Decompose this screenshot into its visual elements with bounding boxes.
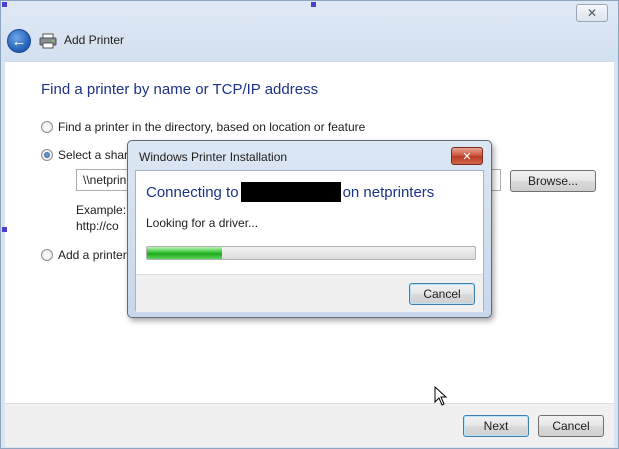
selection-handle bbox=[2, 227, 7, 232]
status-text: Looking for a driver... bbox=[146, 216, 259, 230]
close-icon: ✕ bbox=[462, 150, 472, 163]
option-directory[interactable]: Find a printer in the directory, based o… bbox=[41, 120, 365, 134]
dialog-close-button[interactable]: ✕ bbox=[451, 147, 483, 165]
selection-handle bbox=[2, 2, 7, 7]
dialog-heading-suffix: on netprinters bbox=[342, 183, 435, 201]
window-close-button[interactable]: ✕ bbox=[576, 4, 608, 22]
option-shared[interactable]: Select a share bbox=[41, 148, 135, 162]
back-button[interactable]: ← bbox=[7, 29, 31, 53]
progress-bar bbox=[146, 246, 476, 260]
cancel-button[interactable]: Cancel bbox=[538, 415, 604, 437]
close-icon: ✕ bbox=[586, 6, 598, 20]
redacted-printer-name bbox=[240, 182, 341, 202]
example-line-1: Example: \ bbox=[76, 203, 133, 217]
option-tcpip-label: Add a printer bbox=[58, 248, 127, 262]
window-title: Add Printer bbox=[64, 33, 125, 47]
radio-tcpip[interactable] bbox=[41, 249, 53, 261]
browse-button[interactable]: Browse... bbox=[510, 170, 596, 192]
selection-handle bbox=[311, 2, 316, 7]
example-line-2: http://co bbox=[76, 219, 119, 233]
dialog-heading: Connecting to on netprinters bbox=[146, 182, 434, 202]
radio-directory[interactable] bbox=[41, 121, 53, 133]
page-heading: Find a printer by name or TCP/IP address bbox=[41, 81, 319, 98]
progress-fill bbox=[147, 247, 223, 259]
dialog-title: Windows Printer Installation bbox=[139, 150, 288, 164]
dialog-body: Connecting to on netprinters Looking for… bbox=[135, 170, 484, 312]
radio-shared[interactable] bbox=[41, 149, 53, 161]
option-shared-label: Select a share bbox=[58, 148, 135, 162]
next-button[interactable]: Next bbox=[463, 415, 529, 437]
title-bar: ✕ ← Add Printer bbox=[1, 1, 618, 61]
wizard-footer: Next Cancel bbox=[5, 403, 614, 447]
option-tcpip[interactable]: Add a printer bbox=[41, 248, 127, 262]
printer-icon bbox=[39, 33, 57, 49]
dialog-heading-prefix: Connecting to bbox=[146, 183, 239, 201]
mouse-cursor-icon bbox=[434, 386, 448, 406]
printer-installation-dialog: Windows Printer Installation ✕ Connectin… bbox=[127, 140, 492, 318]
dialog-cancel-button[interactable]: Cancel bbox=[409, 283, 475, 305]
dialog-footer: Cancel bbox=[136, 274, 483, 312]
option-directory-label: Find a printer in the directory, based o… bbox=[58, 120, 366, 134]
back-arrow-icon: ← bbox=[11, 32, 27, 50]
